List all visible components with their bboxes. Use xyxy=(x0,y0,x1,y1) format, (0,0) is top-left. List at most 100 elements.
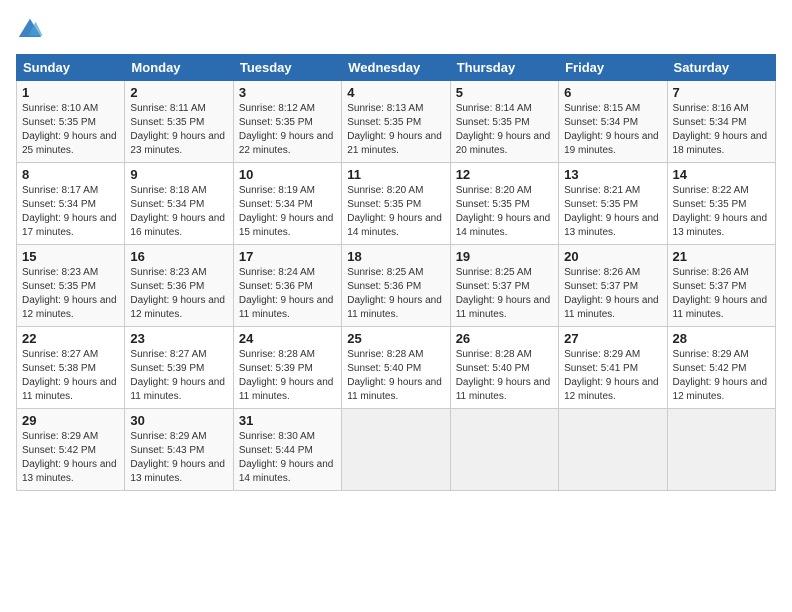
day-number: 10 xyxy=(239,167,336,182)
cell-5-6 xyxy=(559,409,667,491)
col-header-tuesday: Tuesday xyxy=(233,55,341,81)
day-number: 7 xyxy=(673,85,770,100)
day-number: 15 xyxy=(22,249,119,264)
cell-5-7 xyxy=(667,409,775,491)
day-number: 29 xyxy=(22,413,119,428)
cell-content: Sunrise: 8:15 AM Sunset: 5:34 PM Dayligh… xyxy=(564,102,661,158)
cell-5-1: 29 Sunrise: 8:29 AM Sunset: 5:42 PM Dayl… xyxy=(17,409,125,491)
cell-content: Sunrise: 8:18 AM Sunset: 5:34 PM Dayligh… xyxy=(130,184,227,240)
cell-content: Sunrise: 8:27 AM Sunset: 5:38 PM Dayligh… xyxy=(22,348,119,404)
cell-content: Sunrise: 8:13 AM Sunset: 5:35 PM Dayligh… xyxy=(347,102,444,158)
cell-content: Sunrise: 8:12 AM Sunset: 5:35 PM Dayligh… xyxy=(239,102,336,158)
cell-2-6: 13 Sunrise: 8:21 AM Sunset: 5:35 PM Dayl… xyxy=(559,163,667,245)
day-number: 4 xyxy=(347,85,444,100)
cell-content: Sunrise: 8:22 AM Sunset: 5:35 PM Dayligh… xyxy=(673,184,770,240)
day-number: 31 xyxy=(239,413,336,428)
col-header-saturday: Saturday xyxy=(667,55,775,81)
day-number: 18 xyxy=(347,249,444,264)
cell-1-6: 6 Sunrise: 8:15 AM Sunset: 5:34 PM Dayli… xyxy=(559,81,667,163)
cell-content: Sunrise: 8:25 AM Sunset: 5:37 PM Dayligh… xyxy=(456,266,553,322)
week-row-3: 15 Sunrise: 8:23 AM Sunset: 5:35 PM Dayl… xyxy=(17,245,776,327)
cell-1-5: 5 Sunrise: 8:14 AM Sunset: 5:35 PM Dayli… xyxy=(450,81,558,163)
cell-3-5: 19 Sunrise: 8:25 AM Sunset: 5:37 PM Dayl… xyxy=(450,245,558,327)
col-header-friday: Friday xyxy=(559,55,667,81)
day-number: 23 xyxy=(130,331,227,346)
logo-icon xyxy=(16,16,44,44)
cell-5-3: 31 Sunrise: 8:30 AM Sunset: 5:44 PM Dayl… xyxy=(233,409,341,491)
cell-content: Sunrise: 8:26 AM Sunset: 5:37 PM Dayligh… xyxy=(673,266,770,322)
cell-content: Sunrise: 8:20 AM Sunset: 5:35 PM Dayligh… xyxy=(456,184,553,240)
day-number: 19 xyxy=(456,249,553,264)
day-number: 17 xyxy=(239,249,336,264)
day-number: 12 xyxy=(456,167,553,182)
cell-3-6: 20 Sunrise: 8:26 AM Sunset: 5:37 PM Dayl… xyxy=(559,245,667,327)
cell-content: Sunrise: 8:29 AM Sunset: 5:43 PM Dayligh… xyxy=(130,430,227,486)
cell-content: Sunrise: 8:24 AM Sunset: 5:36 PM Dayligh… xyxy=(239,266,336,322)
cell-2-2: 9 Sunrise: 8:18 AM Sunset: 5:34 PM Dayli… xyxy=(125,163,233,245)
week-row-2: 8 Sunrise: 8:17 AM Sunset: 5:34 PM Dayli… xyxy=(17,163,776,245)
cell-3-3: 17 Sunrise: 8:24 AM Sunset: 5:36 PM Dayl… xyxy=(233,245,341,327)
col-header-sunday: Sunday xyxy=(17,55,125,81)
cell-content: Sunrise: 8:28 AM Sunset: 5:39 PM Dayligh… xyxy=(239,348,336,404)
cell-content: Sunrise: 8:21 AM Sunset: 5:35 PM Dayligh… xyxy=(564,184,661,240)
day-number: 22 xyxy=(22,331,119,346)
cell-4-7: 28 Sunrise: 8:29 AM Sunset: 5:42 PM Dayl… xyxy=(667,327,775,409)
cell-content: Sunrise: 8:28 AM Sunset: 5:40 PM Dayligh… xyxy=(456,348,553,404)
header-row: SundayMondayTuesdayWednesdayThursdayFrid… xyxy=(17,55,776,81)
cell-content: Sunrise: 8:10 AM Sunset: 5:35 PM Dayligh… xyxy=(22,102,119,158)
col-header-wednesday: Wednesday xyxy=(342,55,450,81)
day-number: 11 xyxy=(347,167,444,182)
cell-2-7: 14 Sunrise: 8:22 AM Sunset: 5:35 PM Dayl… xyxy=(667,163,775,245)
day-number: 16 xyxy=(130,249,227,264)
page-container: SundayMondayTuesdayWednesdayThursdayFrid… xyxy=(0,0,792,499)
cell-1-7: 7 Sunrise: 8:16 AM Sunset: 5:34 PM Dayli… xyxy=(667,81,775,163)
calendar-table: SundayMondayTuesdayWednesdayThursdayFrid… xyxy=(16,54,776,491)
cell-4-4: 25 Sunrise: 8:28 AM Sunset: 5:40 PM Dayl… xyxy=(342,327,450,409)
header xyxy=(16,16,776,44)
day-number: 2 xyxy=(130,85,227,100)
day-number: 20 xyxy=(564,249,661,264)
col-header-thursday: Thursday xyxy=(450,55,558,81)
cell-5-2: 30 Sunrise: 8:29 AM Sunset: 5:43 PM Dayl… xyxy=(125,409,233,491)
cell-1-4: 4 Sunrise: 8:13 AM Sunset: 5:35 PM Dayli… xyxy=(342,81,450,163)
cell-content: Sunrise: 8:17 AM Sunset: 5:34 PM Dayligh… xyxy=(22,184,119,240)
cell-3-2: 16 Sunrise: 8:23 AM Sunset: 5:36 PM Dayl… xyxy=(125,245,233,327)
cell-content: Sunrise: 8:27 AM Sunset: 5:39 PM Dayligh… xyxy=(130,348,227,404)
cell-content: Sunrise: 8:30 AM Sunset: 5:44 PM Dayligh… xyxy=(239,430,336,486)
cell-content: Sunrise: 8:29 AM Sunset: 5:42 PM Dayligh… xyxy=(673,348,770,404)
cell-content: Sunrise: 8:28 AM Sunset: 5:40 PM Dayligh… xyxy=(347,348,444,404)
day-number: 26 xyxy=(456,331,553,346)
day-number: 9 xyxy=(130,167,227,182)
cell-content: Sunrise: 8:23 AM Sunset: 5:36 PM Dayligh… xyxy=(130,266,227,322)
cell-4-3: 24 Sunrise: 8:28 AM Sunset: 5:39 PM Dayl… xyxy=(233,327,341,409)
cell-2-1: 8 Sunrise: 8:17 AM Sunset: 5:34 PM Dayli… xyxy=(17,163,125,245)
day-number: 25 xyxy=(347,331,444,346)
cell-1-3: 3 Sunrise: 8:12 AM Sunset: 5:35 PM Dayli… xyxy=(233,81,341,163)
day-number: 3 xyxy=(239,85,336,100)
cell-4-1: 22 Sunrise: 8:27 AM Sunset: 5:38 PM Dayl… xyxy=(17,327,125,409)
logo xyxy=(16,16,48,44)
day-number: 24 xyxy=(239,331,336,346)
cell-content: Sunrise: 8:20 AM Sunset: 5:35 PM Dayligh… xyxy=(347,184,444,240)
day-number: 14 xyxy=(673,167,770,182)
cell-2-4: 11 Sunrise: 8:20 AM Sunset: 5:35 PM Dayl… xyxy=(342,163,450,245)
cell-5-5 xyxy=(450,409,558,491)
day-number: 8 xyxy=(22,167,119,182)
cell-content: Sunrise: 8:14 AM Sunset: 5:35 PM Dayligh… xyxy=(456,102,553,158)
day-number: 30 xyxy=(130,413,227,428)
cell-1-2: 2 Sunrise: 8:11 AM Sunset: 5:35 PM Dayli… xyxy=(125,81,233,163)
day-number: 27 xyxy=(564,331,661,346)
day-number: 6 xyxy=(564,85,661,100)
cell-3-4: 18 Sunrise: 8:25 AM Sunset: 5:36 PM Dayl… xyxy=(342,245,450,327)
cell-content: Sunrise: 8:23 AM Sunset: 5:35 PM Dayligh… xyxy=(22,266,119,322)
cell-content: Sunrise: 8:11 AM Sunset: 5:35 PM Dayligh… xyxy=(130,102,227,158)
cell-content: Sunrise: 8:19 AM Sunset: 5:34 PM Dayligh… xyxy=(239,184,336,240)
day-number: 21 xyxy=(673,249,770,264)
cell-content: Sunrise: 8:26 AM Sunset: 5:37 PM Dayligh… xyxy=(564,266,661,322)
cell-5-4 xyxy=(342,409,450,491)
cell-content: Sunrise: 8:29 AM Sunset: 5:42 PM Dayligh… xyxy=(22,430,119,486)
week-row-1: 1 Sunrise: 8:10 AM Sunset: 5:35 PM Dayli… xyxy=(17,81,776,163)
week-row-5: 29 Sunrise: 8:29 AM Sunset: 5:42 PM Dayl… xyxy=(17,409,776,491)
cell-content: Sunrise: 8:16 AM Sunset: 5:34 PM Dayligh… xyxy=(673,102,770,158)
cell-2-3: 10 Sunrise: 8:19 AM Sunset: 5:34 PM Dayl… xyxy=(233,163,341,245)
